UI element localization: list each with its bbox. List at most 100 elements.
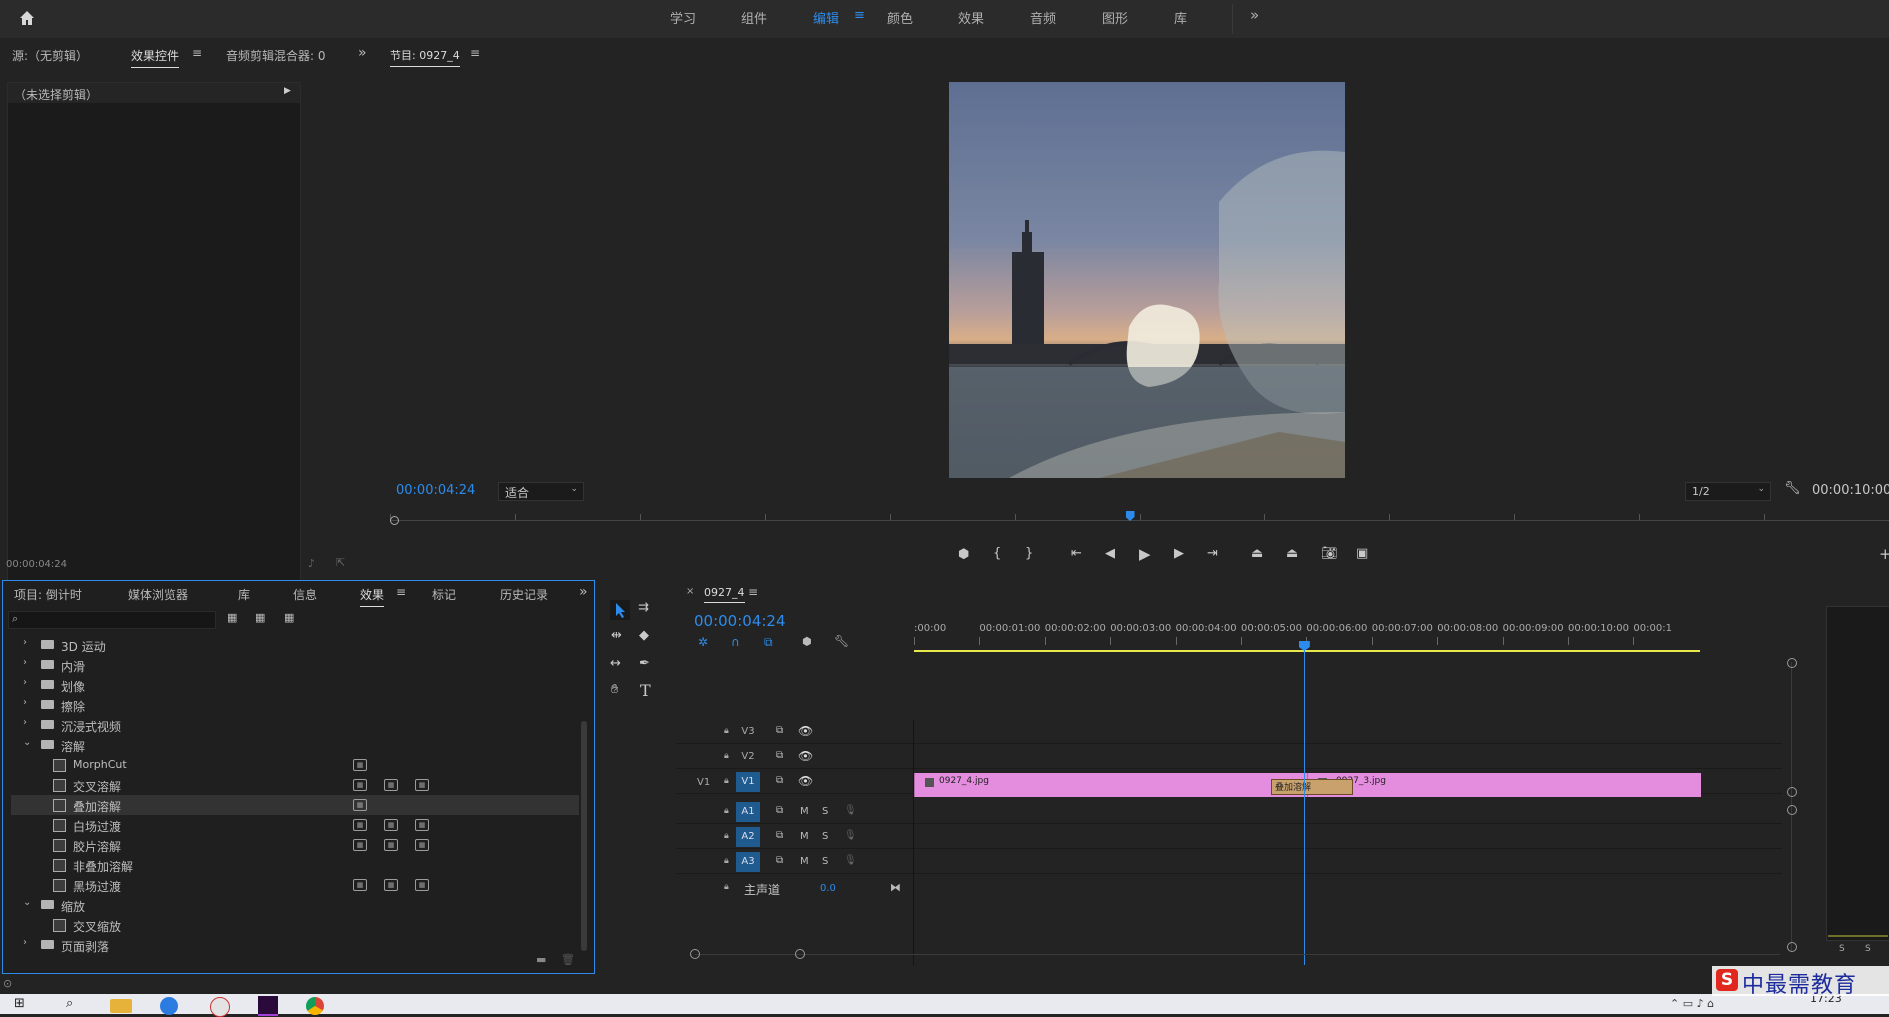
effect-item[interactable]: 白场过渡 ▦ ▦ ▦ <box>11 815 579 835</box>
premiere-pro-icon[interactable] <box>258 996 278 1016</box>
edge-icon[interactable] <box>160 997 178 1015</box>
panel-overflow-icon[interactable]: » <box>579 584 588 600</box>
pen-tool-icon[interactable]: ✒︎ <box>639 656 650 671</box>
chevron-down-icon[interactable]: ⌄ <box>23 897 31 908</box>
step-back-icon[interactable]: ◀︎ <box>1105 546 1115 561</box>
toggle-sync-lock-icon[interactable]: ⧉ <box>776 805 783 816</box>
app-icon[interactable] <box>210 997 230 1017</box>
lock-icon[interactable]: 🔒︎ <box>724 806 729 816</box>
panel-overflow-icon[interactable]: » <box>358 45 367 61</box>
delete-icon[interactable]: 🗑︎ <box>561 953 575 966</box>
solo-button[interactable]: S <box>822 806 828 817</box>
workspace-menu-icon[interactable]: ≡ <box>854 8 865 23</box>
scrub-in-handle[interactable] <box>390 516 399 525</box>
go-to-out-icon[interactable]: ⇥ <box>1207 546 1218 561</box>
export-frame-icon[interactable]: 📷︎ <box>1321 546 1338 561</box>
effect-item[interactable]: 叠加溶解 ▦ <box>11 795 579 815</box>
32bit-effects-icon[interactable]: ▦ <box>255 611 265 624</box>
panel-menu-icon[interactable]: ≡ <box>396 585 406 599</box>
eye-icon[interactable]: 👁︎ <box>798 774 813 788</box>
step-forward-icon[interactable]: ▶︎ <box>1174 546 1184 561</box>
track-target-A1[interactable]: A1 <box>736 802 760 822</box>
eye-icon[interactable]: 👁︎ <box>798 749 813 763</box>
workspace-tab-libraries[interactable]: 库 <box>1174 8 1187 27</box>
effect-item[interactable]: 黑场过渡 ▦ ▦ ▦ <box>11 875 579 895</box>
export-icon[interactable]: ⇱ <box>336 556 345 569</box>
mark-in-icon[interactable]: { <box>993 546 1001 561</box>
effect-folder[interactable]: › 擦除 <box>11 695 579 715</box>
expand-arrow-icon[interactable]: ▶ <box>284 86 291 96</box>
panel-menu-icon[interactable]: ≡ <box>470 46 480 60</box>
track-target-V1[interactable]: V1 <box>736 772 760 792</box>
track-select-tool-icon[interactable]: ⇉ <box>638 600 649 615</box>
eye-icon[interactable]: 👁︎ <box>798 724 813 738</box>
track-target-A2[interactable]: A2 <box>736 827 760 847</box>
track-target-A3[interactable]: A3 <box>736 852 760 872</box>
solo-right-button[interactable]: S <box>1865 944 1871 954</box>
go-to-end-icon[interactable]: ⧓ <box>890 881 901 894</box>
add-marker-icon[interactable]: ⬢ <box>958 547 969 562</box>
taskbar-search-icon[interactable]: ⌕ <box>66 996 73 1011</box>
panel-menu-icon[interactable]: ≡ <box>192 46 202 60</box>
windows-start-icon[interactable]: ⊞ <box>14 996 25 1011</box>
accelerated-effects-icon[interactable]: ▦ <box>227 611 237 624</box>
compare-view-icon[interactable]: ▣ <box>1356 546 1368 561</box>
program-monitor-title[interactable]: 节目: 0927_4 <box>390 47 460 67</box>
type-tool-icon[interactable]: T <box>640 681 651 700</box>
effect-folder[interactable]: ⌄ 溶解 <box>11 735 579 755</box>
hand-tool-icon[interactable]: ✋︎ <box>611 682 618 697</box>
lock-icon[interactable]: 🔒︎ <box>724 726 729 736</box>
effect-item[interactable]: 交叉缩放 <box>11 915 579 935</box>
tab-info[interactable]: 信息 <box>293 586 317 603</box>
tab-markers[interactable]: 标记 <box>432 586 456 603</box>
effect-folder[interactable]: › 内滑 <box>11 655 579 675</box>
tab-project[interactable]: 项目: 倒计时 <box>14 586 82 603</box>
program-timecode[interactable]: 00:00:04:24 <box>396 483 475 498</box>
microphone-icon[interactable]: 🎙︎ <box>844 805 857 816</box>
transition-block[interactable]: 叠加溶解 <box>1271 779 1353 795</box>
lift-icon[interactable]: ⏏︎ <box>1251 546 1263 561</box>
workspace-tab-editing[interactable]: 编辑 <box>813 8 839 27</box>
home-icon[interactable] <box>17 8 37 28</box>
play-icon[interactable]: ▶︎ <box>1139 545 1151 563</box>
add-button-icon[interactable]: + <box>1879 545 1889 563</box>
toggle-sync-lock-icon[interactable]: ⧉ <box>776 855 783 866</box>
razor-tool-icon[interactable]: ◆ <box>639 628 649 643</box>
track-target-V2[interactable]: V2 <box>736 747 760 767</box>
tab-media-browser[interactable]: 媒体浏览器 <box>128 586 188 603</box>
toggle-sync-lock-icon[interactable]: ⧉ <box>776 830 783 841</box>
workspace-overflow-icon[interactable]: » <box>1250 6 1259 24</box>
yuv-effects-icon[interactable]: ▦ <box>284 611 294 624</box>
fit-dropdown[interactable]: 适合 ⌄ <box>498 482 584 501</box>
effect-folder[interactable]: › 页面剥落 <box>11 935 579 955</box>
timeline-clip[interactable]: 0927_3.jpg <box>1307 773 1701 797</box>
tab-history[interactable]: 历史记录 <box>500 586 548 603</box>
horizontal-zoom-scroll[interactable] <box>690 949 1780 961</box>
effect-item[interactable]: 非叠加溶解 <box>11 855 579 875</box>
lock-icon[interactable]: 🔒︎ <box>724 831 729 841</box>
effect-folder[interactable]: › 划像 <box>11 675 579 695</box>
ripple-edit-tool-icon[interactable]: ⇹ <box>611 628 622 643</box>
source-patch-label[interactable]: V1 <box>697 777 710 788</box>
effect-item[interactable]: 交叉溶解 ▦ ▦ ▦ <box>11 775 579 795</box>
workspace-tab-learn[interactable]: 学习 <box>670 8 696 27</box>
toggle-sync-lock-icon[interactable]: ⧉ <box>776 725 783 736</box>
tray-icons[interactable]: ⌃ ▭ ♪ ⌂ <box>1670 997 1714 1010</box>
selection-tool-icon[interactable] <box>610 600 630 620</box>
extract-icon[interactable]: ⏏︎ <box>1286 546 1298 561</box>
chevron-right-icon[interactable]: › <box>23 657 27 668</box>
program-scrub-bar[interactable] <box>390 511 1889 525</box>
effect-item[interactable]: 胶片溶解 ▦ ▦ ▦ <box>11 835 579 855</box>
microphone-icon[interactable]: 🎙︎ <box>844 855 857 866</box>
timeline-clip[interactable]: 0927_4.jpg <box>914 773 1308 797</box>
effect-folder[interactable]: › 3D 运动 <box>11 635 579 655</box>
solo-left-button[interactable]: S <box>1839 944 1845 954</box>
lock-icon[interactable]: 🔒︎ <box>724 856 729 866</box>
master-volume-value[interactable]: 0.0 <box>820 883 836 894</box>
track-target-V3[interactable]: V3 <box>736 722 760 742</box>
solo-button[interactable]: S <box>822 831 828 842</box>
microphone-icon[interactable]: 🎙︎ <box>844 830 857 841</box>
new-bin-icon[interactable]: ▬ <box>536 953 546 966</box>
slip-tool-icon[interactable]: ↔ <box>610 656 621 671</box>
toggle-sync-lock-icon[interactable]: ⧉ <box>776 750 783 761</box>
